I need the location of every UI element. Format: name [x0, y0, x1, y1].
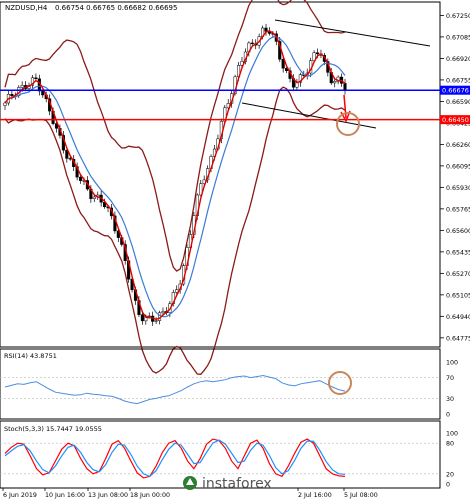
stoch-tick-label: 0 — [446, 482, 450, 489]
y-tick-label: 0.66260 — [446, 142, 470, 149]
stoch-label: Stoch(5,3,3) 15.7447 19.0555 — [4, 425, 102, 433]
ohlc-readout: 0.66754 0.66765 0.66682 0.66695 — [55, 4, 177, 12]
y-tick-label: 0.65435 — [446, 249, 470, 256]
y-tick-label: 0.66920 — [446, 56, 470, 63]
x-tick-label: 13 Jun 08:00 — [88, 492, 128, 499]
price-label-blue: 0.66676 — [440, 85, 470, 95]
rsi-tick-label: 0 — [446, 412, 450, 419]
y-tick-label: 0.65600 — [446, 228, 470, 235]
y-tick-label: 0.66095 — [446, 163, 470, 170]
x-tick-label: 2 Jul 16:00 — [298, 492, 332, 499]
rsi-tick-label: 30 — [446, 396, 454, 403]
stoch-tick-label: 80 — [446, 441, 454, 448]
candle — [140, 314, 144, 322]
candle — [333, 81, 337, 84]
y-tick-label: 0.67250 — [446, 13, 470, 20]
price-label-blue-text: 0.66676 — [442, 87, 469, 95]
y-tick-label: 0.64775 — [446, 335, 470, 342]
candle — [161, 311, 165, 314]
x-tick-label: 10 Jun 16:00 — [45, 492, 85, 499]
price-label-red-text: 0.66450 — [442, 116, 469, 124]
y-tick-label: 0.64940 — [446, 314, 470, 321]
candle — [315, 52, 320, 55]
stoch-tick-label: 20 — [446, 471, 454, 478]
watermark-text: instaforex — [202, 476, 272, 492]
y-tick-label: 0.66755 — [446, 77, 470, 84]
y-tick-label: 0.67085 — [446, 34, 470, 41]
candle — [147, 315, 151, 318]
candle — [34, 77, 38, 79]
rsi-tick-label: 70 — [446, 375, 454, 382]
forex-chart: NZDUSD,H4 0.66754 0.66765 0.66682 0.6669… — [0, 0, 470, 500]
y-tick-label: 0.65270 — [446, 271, 470, 278]
x-tick-label: 18 Jun 00:00 — [130, 492, 170, 499]
candle — [79, 176, 83, 181]
rsi-label: RSI(14) 43.8751 — [4, 352, 57, 360]
y-tick-label: 0.65765 — [446, 206, 470, 213]
candle — [10, 94, 14, 96]
y-tick-label: 0.65105 — [446, 292, 470, 299]
candle — [175, 289, 179, 293]
x-tick-label: 6 Jun 2019 — [3, 492, 37, 499]
x-tick-label: 5 Jul 08:00 — [344, 492, 378, 499]
candle — [41, 90, 45, 96]
candle — [20, 85, 24, 88]
y-tick-label: 0.66590 — [446, 99, 470, 106]
candle — [92, 196, 96, 199]
symbol-label: NZDUSD,H4 — [5, 4, 48, 12]
candle — [154, 320, 158, 322]
rsi-tick-label: 100 — [446, 360, 458, 367]
candle — [3, 102, 7, 106]
y-tick-label: 0.65930 — [446, 185, 470, 192]
candle — [250, 42, 254, 45]
stoch-tick-label: 100 — [446, 431, 458, 438]
candle — [264, 27, 268, 32]
price-label-red: 0.66450 — [440, 115, 470, 125]
